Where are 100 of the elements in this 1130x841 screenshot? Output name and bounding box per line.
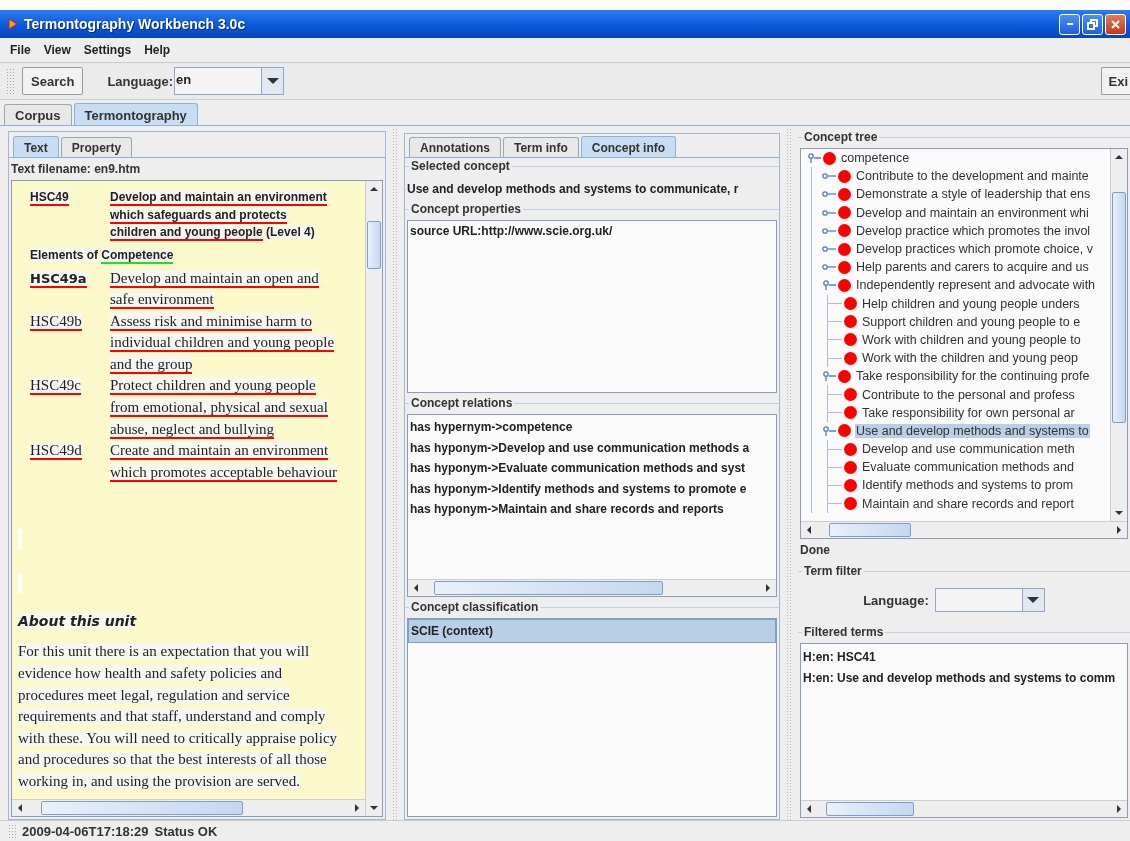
collapsed-handle-icon[interactable] (822, 189, 836, 200)
tree-item[interactable]: Help parents and carers to acquire and us (855, 260, 1090, 275)
classification-item[interactable]: SCIE (context) (408, 619, 776, 643)
unit-title: Develop and maintain an environment which safeguards and protects children and young people (Level 4) (110, 189, 328, 242)
language-dropdown[interactable] (934, 588, 1045, 612)
minimize-button[interactable] (1059, 13, 1080, 35)
tree-item[interactable]: Contribute to the development and mainte (855, 169, 1090, 184)
concept-node-icon (844, 315, 857, 329)
tree-item[interactable]: Help children and young people unders (861, 296, 1081, 311)
concept-node-icon (838, 169, 851, 183)
tab[interactable]: Concept info (580, 136, 677, 157)
property-item: source URL:http://www.scie.org.uk/ (409, 223, 614, 240)
restore-icon (1087, 18, 1098, 30)
tree-item[interactable]: competence (840, 151, 911, 166)
tree-item[interactable]: Work with the children and young peop (861, 351, 1079, 366)
concept-node-icon (838, 424, 851, 438)
horizontal-scrollbar[interactable] (408, 579, 776, 596)
filtered-term[interactable]: H:en: HSC41 (801, 647, 1127, 668)
tab[interactable]: Corpus (4, 104, 72, 125)
restore-button[interactable] (1082, 13, 1103, 35)
language-label: Language: (107, 73, 174, 89)
close-button[interactable] (1105, 13, 1126, 35)
exit-button[interactable]: Exi (1101, 67, 1130, 95)
tab[interactable]: Annotations (409, 137, 501, 157)
unit-code: HSC49 (30, 190, 69, 206)
concept-node-icon (844, 388, 857, 402)
concept-node-icon (823, 151, 836, 165)
relation-item[interactable]: has hyponym->Develop and use communication methods a (408, 437, 776, 458)
vertical-scrollbar[interactable] (365, 181, 382, 816)
tree-item[interactable]: Develop and use communication meth (861, 442, 1076, 457)
expanded-handle-icon[interactable] (822, 425, 836, 436)
filtered-term[interactable]: H:en: Use and develop methods and systems to comm (801, 668, 1127, 689)
horizontal-scrollbar[interactable] (801, 521, 1127, 538)
collapsed-handle-icon[interactable] (822, 171, 836, 182)
concept-node-icon (844, 406, 857, 420)
tree-item[interactable]: Use and develop methods and systems to (855, 423, 1090, 438)
expanded-handle-icon[interactable] (822, 280, 836, 291)
section-heading: About this unit (18, 613, 137, 630)
relation-item[interactable]: has hyponym->Maintain and share records and reports (408, 499, 776, 520)
language-dropdown[interactable]: en (174, 67, 285, 95)
unit-description: For this unit there is an expectation that you will evidence how health and safety policies and procedures meet legal, regulation and service requirements and that staff, understand and comply with these. You will need to critically appraise policy and procedures so that the best interests of all those working in, and using the provision are served. (18, 642, 339, 791)
term-annotation: Competence (101, 247, 174, 264)
menu-item[interactable]: Settings (77, 41, 139, 59)
concept-node-icon (838, 260, 851, 274)
tree-item[interactable]: Work with children and young people to (861, 332, 1082, 347)
search-button[interactable]: Search (22, 67, 84, 95)
concept-node-icon (838, 242, 851, 256)
tab[interactable]: Property (60, 137, 133, 157)
element-code: HSC49b (30, 312, 82, 331)
horizontal-scrollbar[interactable] (801, 800, 1127, 817)
group-title: Concept classification (409, 600, 541, 614)
concept-node-icon (838, 369, 851, 383)
tree-item[interactable]: Develop practices which promote choice, v (855, 242, 1094, 257)
status-text: Status OK (154, 823, 218, 839)
expanded-handle-icon[interactable] (807, 153, 821, 164)
group-title: Selected concept (409, 159, 512, 173)
tree-item[interactable]: Take responsibility for the continuing profe (855, 369, 1091, 384)
collapsed-handle-icon[interactable] (822, 207, 836, 218)
concept-node-icon (844, 460, 857, 474)
collapsed-handle-icon[interactable] (822, 244, 836, 255)
tree-item[interactable]: Develop practice which promotes the invol (855, 223, 1092, 238)
concept-node-icon (838, 206, 851, 220)
group-title: Concept tree (802, 130, 880, 144)
tab[interactable]: Term info (503, 137, 579, 157)
tree-item[interactable]: Evaluate communication methods and (861, 460, 1075, 475)
relation-item[interactable]: has hyponym->Evaluate communication methods and syst (408, 458, 776, 479)
collapsed-handle-icon[interactable] (822, 225, 836, 236)
relation-item[interactable]: has hypernym->competence (408, 417, 776, 438)
concept-node-icon (844, 442, 857, 456)
concept-node-icon (838, 187, 851, 201)
tree-item[interactable]: Develop and maintain an environment whi (855, 205, 1090, 220)
text-filename: Text filename: en9.htm (10, 161, 142, 178)
element-description: Create and maintain an environment which promotes acceptable behaviour (110, 441, 338, 484)
concept-node-icon (844, 333, 857, 347)
tab[interactable]: Text (13, 136, 59, 157)
group-title: Concept properties (409, 202, 523, 216)
relation-item[interactable]: has hyponym->Identify methods and systems to promote e (408, 478, 776, 499)
selected-concept: Use and develop methods and systems to communicate, r (407, 181, 740, 198)
menu-item[interactable]: Help (138, 41, 178, 59)
timestamp: 2009-04-06T17:18:29 (22, 823, 149, 839)
vertical-scrollbar[interactable] (1110, 149, 1127, 521)
element-code: HSC49a (30, 270, 87, 288)
collapsed-handle-icon[interactable] (822, 262, 836, 273)
tree-item[interactable]: Take responsibility for own personal ar (861, 405, 1076, 420)
menu-item[interactable]: View (37, 41, 78, 59)
tab[interactable]: Termontography (73, 103, 198, 125)
group-title: Concept relations (409, 396, 515, 410)
minimize-icon (1066, 23, 1073, 25)
tree-item[interactable]: Maintain and share records and report (861, 496, 1075, 511)
concept-node-icon (844, 351, 857, 365)
tree-item[interactable]: Independently represent and advocate with (855, 278, 1097, 293)
tree-item[interactable]: Support children and young people to e (861, 314, 1082, 329)
horizontal-scrollbar[interactable] (12, 799, 365, 816)
element-code: HSC49c (30, 377, 81, 396)
menu-item[interactable]: File (4, 41, 38, 59)
tree-item[interactable]: Demonstrate a style of leadership that ens (855, 187, 1092, 202)
tree-item[interactable]: Contribute to the personal and profess (861, 387, 1076, 402)
tree-item[interactable]: Identify methods and systems to prom (861, 478, 1075, 493)
expanded-handle-icon[interactable] (822, 371, 836, 382)
element-description: Develop and maintain an open and safe environment (110, 268, 320, 311)
